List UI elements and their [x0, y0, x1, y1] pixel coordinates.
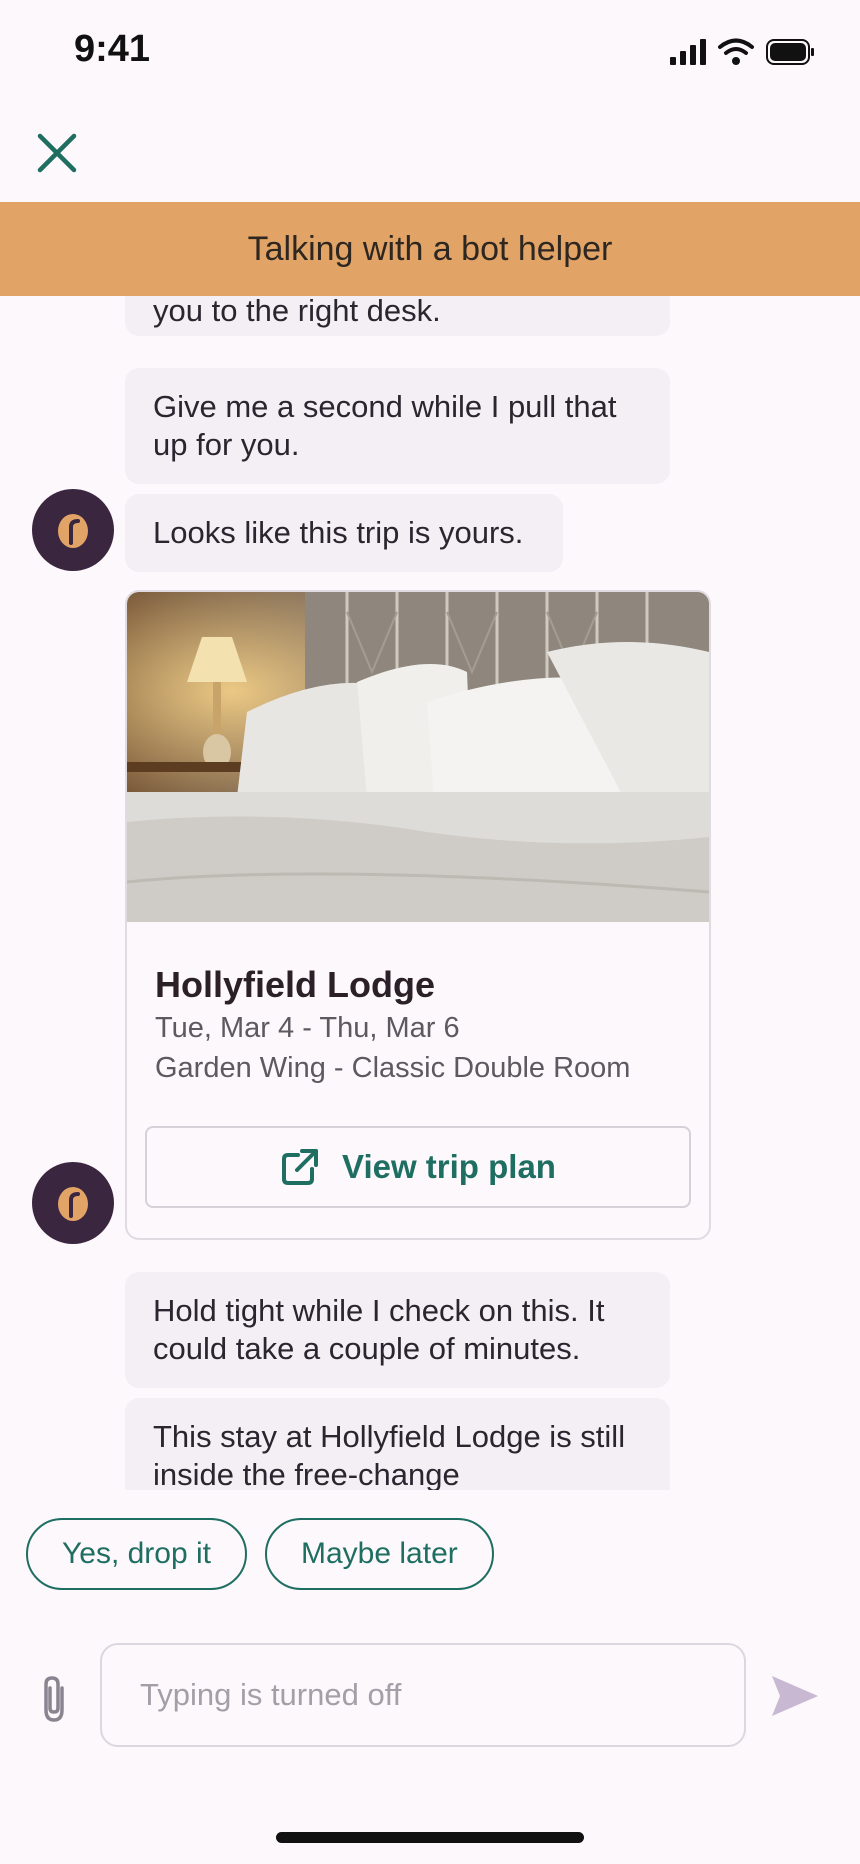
message-bubble: This stay at Hollyfield Lodge is still i…	[125, 1398, 670, 1490]
chat-transcript[interactable]: you to the right desk. Give me a second …	[0, 296, 860, 1490]
bot-logo-icon	[58, 1187, 88, 1221]
external-link-icon	[282, 1149, 319, 1185]
message-text: you to the right desk.	[153, 296, 441, 328]
message-bubble: Looks like this trip is yours.	[125, 494, 563, 572]
message-text: Looks like this trip is yours.	[153, 515, 524, 550]
message-composer	[0, 1640, 860, 1750]
signal-icon	[670, 39, 706, 65]
message-text: Hold tight while I check on this. It cou…	[153, 1293, 605, 1366]
send-button[interactable]	[770, 1674, 820, 1718]
quick-reply-maybe-later[interactable]: Maybe later	[265, 1518, 494, 1590]
bot-helper-banner: Talking with a bot helper	[0, 202, 860, 296]
quick-reply-yes-drop-it[interactable]: Yes, drop it	[26, 1518, 247, 1590]
hotel-room-photo	[127, 592, 709, 922]
bot-avatar	[32, 489, 114, 571]
battery-icon	[766, 39, 814, 65]
hotel-name: Hollyfield Lodge	[155, 964, 436, 1005]
trip-dates: Tue, Mar 4 - Thu, Mar 6	[155, 1012, 460, 1044]
send-icon	[772, 1676, 818, 1716]
message-bubble: Hold tight while I check on this. It cou…	[125, 1272, 670, 1388]
wifi-icon	[718, 38, 754, 65]
close-button[interactable]	[34, 130, 80, 176]
status-icons	[670, 38, 814, 66]
trip-card: Hollyfield Lodge Tue, Mar 4 - Thu, Mar 6…	[125, 590, 711, 1240]
bot-logo-icon	[58, 514, 88, 548]
view-trip-plan-button[interactable]: View trip plan	[145, 1126, 691, 1208]
status-time: 9:41	[74, 28, 151, 70]
bot-avatar	[32, 1162, 114, 1244]
attach-button[interactable]	[36, 1674, 72, 1724]
banner-text: Talking with a bot helper	[247, 229, 613, 268]
message-bubble: you to the right desk.	[125, 296, 670, 336]
paperclip-icon	[44, 1676, 64, 1722]
message-bubble: Give me a second while I pull that up fo…	[125, 368, 670, 484]
quick-replies: Yes, drop it Maybe later	[26, 1518, 494, 1590]
home-indicator	[276, 1832, 584, 1843]
message-text: Give me a second while I pull that up fo…	[153, 389, 617, 462]
message-input[interactable]	[100, 1643, 746, 1747]
status-bar: 9:41	[0, 0, 860, 100]
close-icon	[37, 133, 77, 173]
message-text: This stay at Hollyfield Lodge is still i…	[153, 1419, 626, 1490]
room-type: Garden Wing - Classic Double Room	[155, 1052, 631, 1084]
view-trip-plan-label: View trip plan	[342, 1148, 556, 1185]
